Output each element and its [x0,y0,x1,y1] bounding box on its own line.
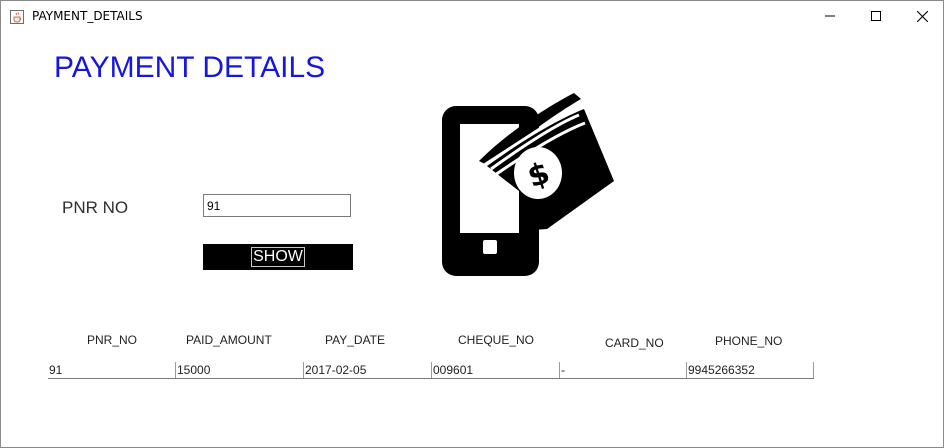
window-title: PAYMENT_DETAILS [32,9,143,23]
close-icon [916,10,928,22]
column-header-cheque-no[interactable]: CHEQUE_NO [458,333,534,347]
cell-paid-amount[interactable]: 15000 [175,362,303,378]
maximize-icon [871,11,881,21]
row-divider [813,362,814,378]
minimize-button[interactable] [807,1,853,31]
mobile-payment-icon: $ [442,93,614,276]
show-button[interactable]: SHOW [203,244,353,270]
payment-details-window: PAYMENT_DETAILS PAYMENT DETAILS PNR NO S… [0,0,944,448]
pnr-input[interactable] [203,194,351,217]
page-title: PAYMENT DETAILS [54,51,326,84]
column-header-phone-no[interactable]: PHONE_NO [715,334,782,348]
column-header-paid-amount[interactable]: PAID_AMOUNT [186,333,272,347]
minimize-icon [825,15,835,17]
show-button-label: SHOW [251,247,305,267]
pnr-label: PNR NO [62,198,129,217]
cell-phone-no[interactable]: 9945266352 [686,362,813,378]
cell-pnr-no[interactable]: 91 [48,362,175,378]
maximize-button[interactable] [853,1,899,31]
java-coffee-icon [10,10,24,24]
column-header-card-no[interactable]: CARD_NO [605,336,664,350]
cell-cheque-no[interactable]: 009601 [431,362,559,378]
table-row[interactable]: 91 15000 2017-02-05 009601 - 9945266352 [48,362,814,379]
cell-card-no[interactable]: - [559,362,686,378]
close-button[interactable] [899,1,944,31]
column-header-pay-date[interactable]: PAY_DATE [325,333,385,347]
column-header-pnr-no[interactable]: PNR_NO [87,333,137,347]
title-bar: PAYMENT_DETAILS [1,1,943,31]
cell-pay-date[interactable]: 2017-02-05 [303,362,431,378]
